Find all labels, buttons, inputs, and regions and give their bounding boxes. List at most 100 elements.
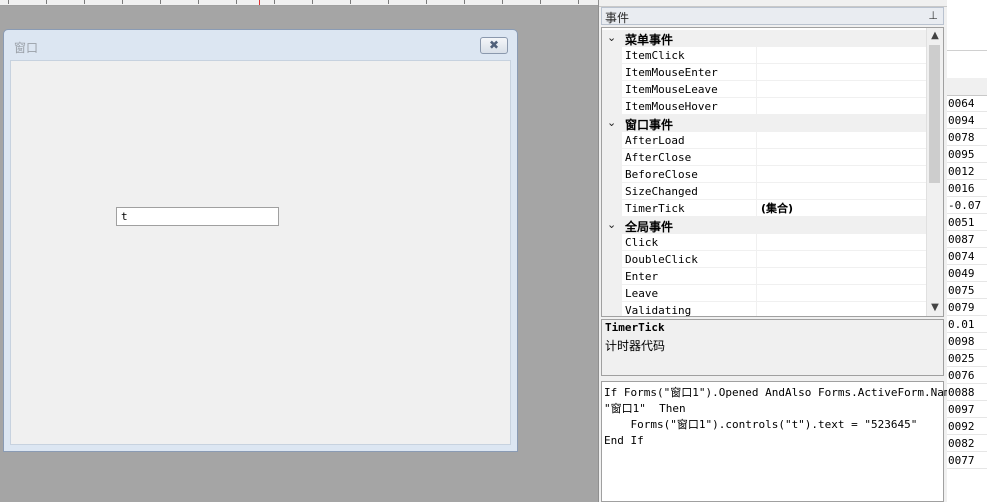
panel-title: 事件 <box>605 11 630 25</box>
ruler-tick <box>122 0 123 4</box>
event-value[interactable] <box>756 166 761 182</box>
side-cell: 0098 <box>947 333 987 350</box>
ruler-tick <box>426 0 427 4</box>
ruler-tick <box>160 0 161 4</box>
event-row[interactable]: ItemMouseHover <box>602 98 928 115</box>
code-line: If Forms("窗口1").Opened AndAlso Forms.Act… <box>604 386 971 399</box>
scroll-thumb[interactable] <box>929 45 940 183</box>
row-gutter <box>602 200 622 216</box>
code-line: Forms("窗口1").controls("t").text = "52364… <box>604 418 918 431</box>
description-pane: TimerTick 计时器代码 <box>601 319 944 376</box>
event-row[interactable]: Click <box>602 234 928 251</box>
event-row[interactable]: ItemMouseLeave <box>602 81 928 98</box>
event-row[interactable]: Enter <box>602 268 928 285</box>
event-row[interactable]: Validating <box>602 302 928 316</box>
pin-icon[interactable]: ⊥ <box>928 9 938 22</box>
event-name: ItemMouseLeave <box>625 83 718 96</box>
event-value[interactable] <box>756 268 761 284</box>
event-value[interactable]: (集合) <box>756 200 793 216</box>
row-gutter <box>602 149 622 165</box>
chevron-down-icon[interactable]: ⌄ <box>607 116 616 129</box>
ruler-tick <box>198 0 199 4</box>
category-row[interactable]: ⌄ 窗口事件 <box>602 115 928 132</box>
ruler-tick <box>578 0 579 4</box>
row-gutter <box>602 47 622 63</box>
side-cell: 0078 <box>947 129 987 146</box>
close-button[interactable]: ✖ <box>480 37 508 54</box>
ruler-tick <box>8 0 9 4</box>
ruler-tick <box>274 0 275 4</box>
event-value[interactable] <box>756 302 761 316</box>
category-label: 全局事件 <box>625 220 674 234</box>
grid-scrollbar[interactable]: ▲ ▼ <box>926 28 943 316</box>
event-value[interactable] <box>756 47 761 63</box>
scroll-down-icon[interactable]: ▼ <box>927 300 943 316</box>
side-column-header <box>947 78 987 96</box>
side-cell: 0097 <box>947 401 987 418</box>
event-row[interactable]: SizeChanged <box>602 183 928 200</box>
event-row[interactable]: TimerTick (集合) <box>602 200 928 217</box>
panel-top-strip <box>599 0 947 7</box>
scroll-up-icon[interactable]: ▲ <box>927 28 943 44</box>
event-value[interactable] <box>756 251 761 267</box>
event-row[interactable]: ItemClick <box>602 47 928 64</box>
ruler-position-marker <box>259 0 260 5</box>
event-value[interactable] <box>756 98 761 114</box>
ruler-tick <box>46 0 47 4</box>
event-name: TimerTick <box>625 202 685 215</box>
chevron-down-icon[interactable]: ⌄ <box>607 31 616 44</box>
event-row[interactable]: AfterLoad <box>602 132 928 149</box>
event-grid-rows: ⌄ 菜单事件 ItemClick ItemMouseEnter ItemMouseLea… <box>602 30 928 316</box>
row-gutter <box>602 302 622 316</box>
category-row[interactable]: ⌄ 全局事件 <box>602 217 928 234</box>
side-cell: 0092 <box>947 418 987 435</box>
event-row[interactable]: AfterClose <box>602 149 928 166</box>
event-value[interactable] <box>756 285 761 301</box>
ruler-tick <box>350 0 351 4</box>
side-cell: 0094 <box>947 112 987 129</box>
side-cell: 0064 <box>947 95 987 112</box>
form-title: 窗口 <box>14 41 39 55</box>
row-gutter <box>602 64 622 80</box>
category-row[interactable]: ⌄ 菜单事件 <box>602 30 928 47</box>
side-cell: 0051 <box>947 214 987 231</box>
event-value[interactable] <box>756 81 761 97</box>
side-cell: 0.01 <box>947 316 987 333</box>
side-cell: 0074 <box>947 248 987 265</box>
side-cell: 0082 <box>947 435 987 452</box>
event-row[interactable]: DoubleClick <box>602 251 928 268</box>
description-text: 计时器代码 <box>605 339 666 353</box>
textbox-t[interactable]: t <box>116 207 279 226</box>
event-row[interactable]: ItemMouseEnter <box>602 64 928 81</box>
code-line: End If <box>604 434 644 447</box>
side-data-grid: 0064 0094 0078 0095 0012 0016 -0.07 0051 0087 007… <box>947 0 987 502</box>
events-panel: 事件 ⊥ ⌄ 菜单事件 ItemClick ItemMouseEnter ItemMou… <box>598 0 971 502</box>
form-client-area[interactable]: t <box>10 60 511 445</box>
event-value[interactable] <box>756 149 761 165</box>
ruler-tick <box>236 0 237 4</box>
side-cell: 0076 <box>947 367 987 384</box>
event-value[interactable] <box>756 183 761 199</box>
event-value[interactable] <box>756 64 761 80</box>
row-gutter <box>602 81 622 97</box>
event-grid[interactable]: ⌄ 菜单事件 ItemClick ItemMouseEnter ItemMouseLea… <box>601 27 944 317</box>
event-name: ItemMouseHover <box>625 100 718 113</box>
event-value[interactable] <box>756 132 761 148</box>
designer-form-window[interactable]: 窗口 ✖ t <box>3 29 518 452</box>
ruler-tick <box>388 0 389 4</box>
event-name: Click <box>625 236 659 249</box>
side-cell: 0049 <box>947 265 987 282</box>
event-name: AfterClose <box>625 151 692 164</box>
event-value[interactable] <box>756 234 761 250</box>
event-row[interactable]: Leave <box>602 285 928 302</box>
ruler-tick <box>84 0 85 4</box>
side-cell: -0.07 <box>947 197 987 214</box>
chevron-down-icon[interactable]: ⌄ <box>607 218 616 231</box>
code-line: "窗口1" Then <box>604 402 686 415</box>
side-cell: 0016 <box>947 180 987 197</box>
row-gutter <box>602 98 622 114</box>
event-row[interactable]: BeforeClose <box>602 166 928 183</box>
side-cell: 0025 <box>947 350 987 367</box>
code-editor[interactable]: If Forms("窗口1").Opened AndAlso Forms.Act… <box>601 381 971 502</box>
event-name: ItemClick <box>625 49 685 62</box>
